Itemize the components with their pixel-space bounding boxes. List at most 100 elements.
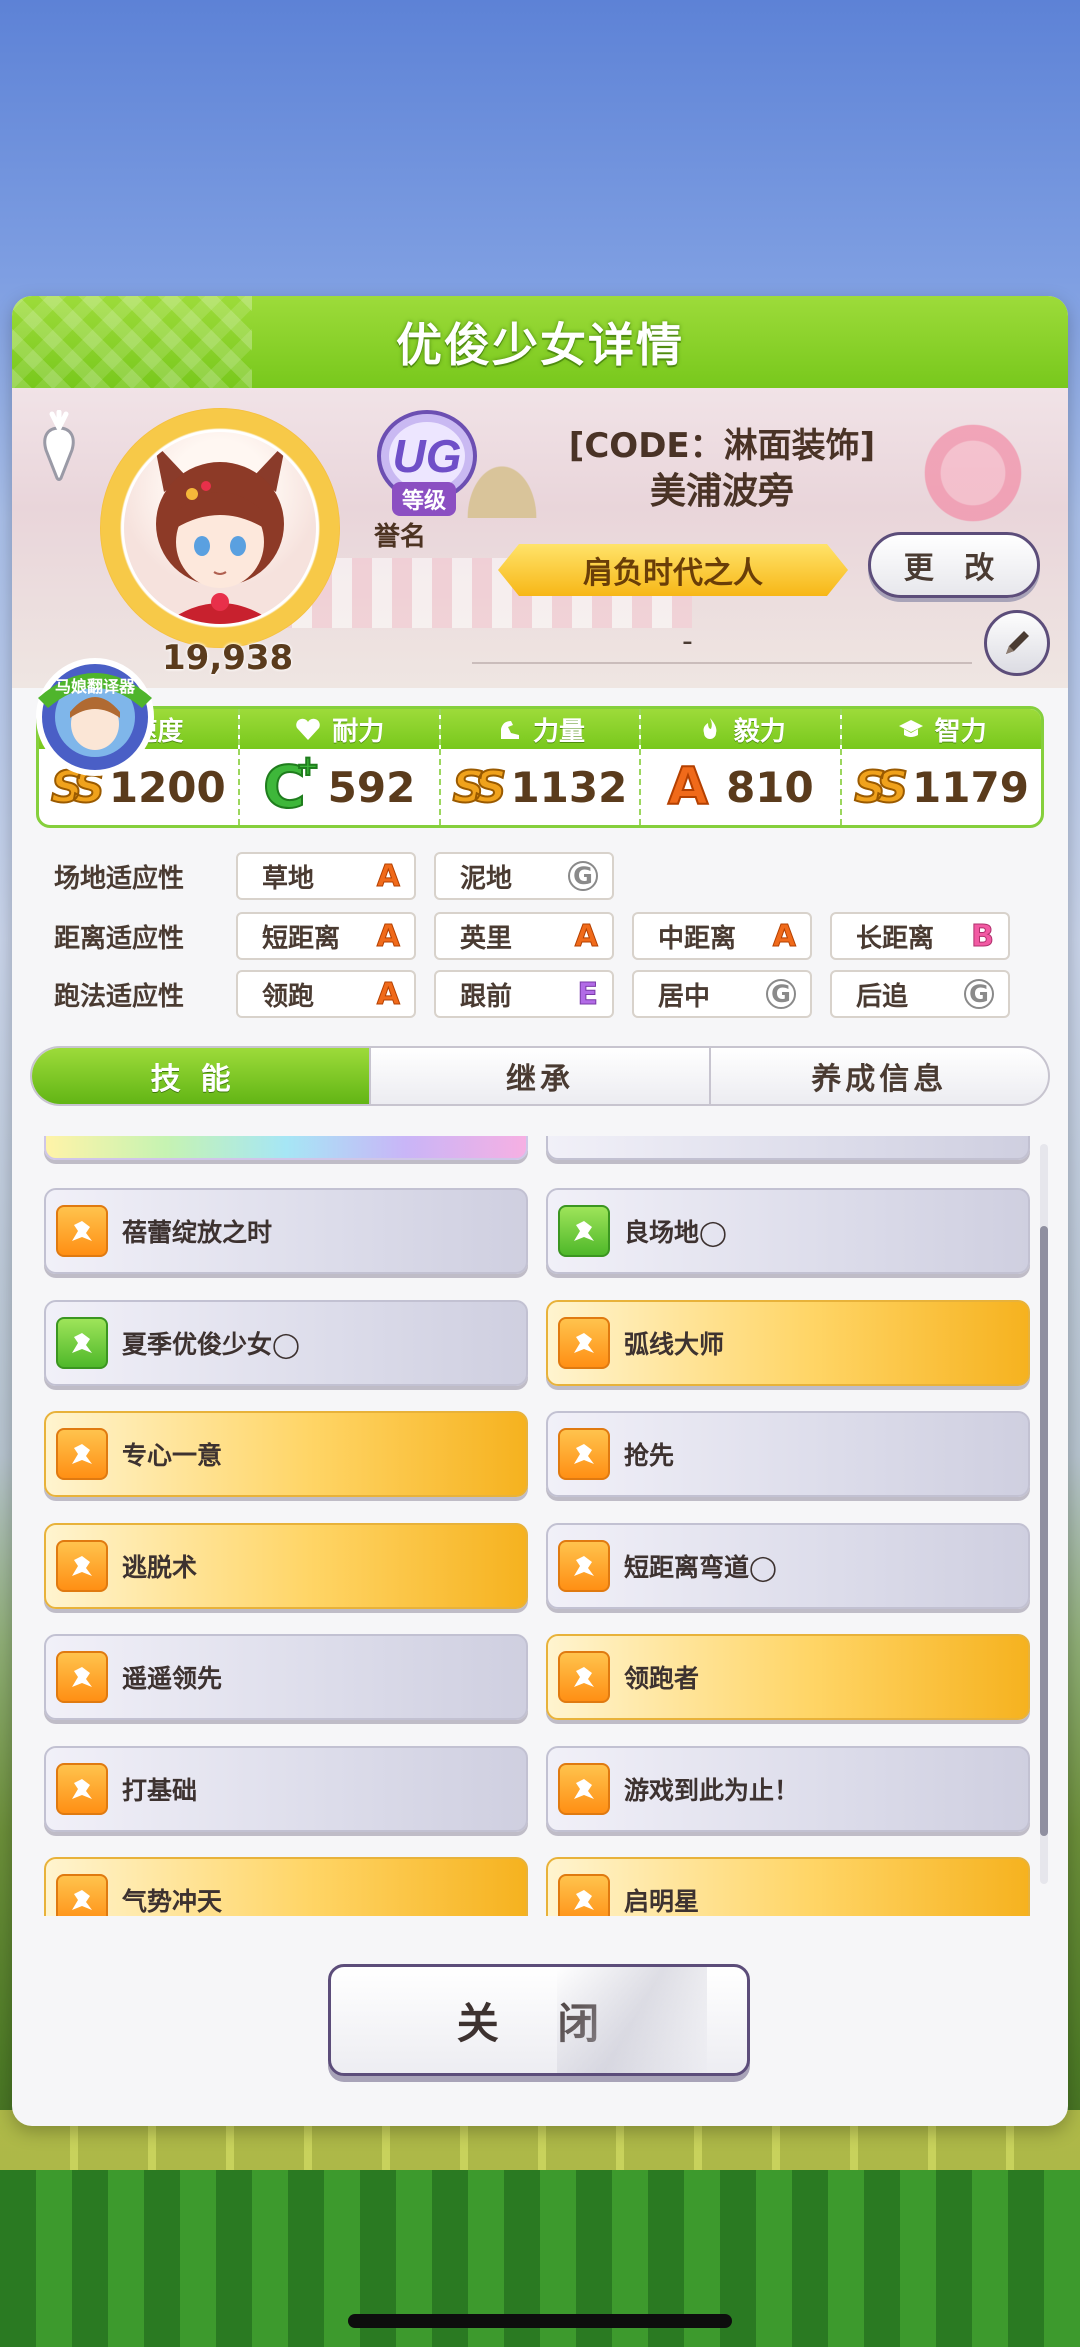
skill-name: 打基础: [122, 1775, 198, 1805]
stat-wisdom-body: SS 1179: [842, 749, 1041, 825]
skill-name: 游戏到此为止！: [624, 1775, 800, 1805]
detail-tabs: 技能 继承 养成信息: [30, 1046, 1050, 1106]
comment-field[interactable]: -: [472, 624, 972, 664]
aptitude-cell: 短距离 A: [236, 912, 416, 960]
aptitude-cell: 领跑 A: [236, 970, 416, 1018]
aptitude-cell: 中距离 A: [632, 912, 812, 960]
stat-power-header: 力量: [440, 709, 640, 749]
title-plate-text: 肩负时代之人: [583, 556, 763, 591]
aptitude-cell: 居中 G: [632, 970, 812, 1018]
heart-icon: [296, 718, 320, 740]
aptitude-cell: 草地 A: [236, 852, 416, 900]
aptitude-cell: 英里 A: [434, 912, 614, 960]
skill-card-partial[interactable]: [44, 1136, 528, 1160]
arm-icon: [500, 721, 519, 739]
skill-card[interactable]: 游戏到此为止！: [546, 1745, 1030, 1832]
stat-label: 耐力: [332, 716, 385, 747]
aptitude-row-distance: 距离适应性 短距离 A 英里 A 中距离 A 长距离 B: [54, 912, 1034, 960]
skill-orange-icon: [56, 1205, 108, 1257]
avatar[interactable]: [124, 432, 316, 624]
stat-value: 1179: [912, 762, 1029, 812]
dialog-title: 优俊少女详情: [396, 318, 684, 372]
skill-name: 夏季优俊少女◯: [122, 1329, 300, 1359]
skill-card[interactable]: 夏季优俊少女◯: [44, 1299, 528, 1386]
profile-banner: 19,938 UG 等级 誉名 [CODE：淋面装饰] 美浦波旁 肩负时代之人 …: [12, 388, 1068, 688]
edit-comment-button[interactable]: [984, 610, 1050, 676]
skill-orange-icon: [558, 1874, 610, 1916]
skill-card[interactable]: 良场地◯: [546, 1188, 1030, 1274]
skill-card[interactable]: 气势冲天: [44, 1857, 528, 1916]
skill-orange-icon: [56, 1539, 108, 1592]
aptitude-label: 距离适应性: [54, 923, 185, 954]
skill-green-icon: [56, 1316, 108, 1369]
aptitude-row-style: 跑法适应性 领跑 A 跟前 E 居中 G 后追 G: [54, 970, 1034, 1018]
skill-card[interactable]: 抢先: [546, 1411, 1030, 1497]
skill-card[interactable]: 专心一意: [44, 1411, 528, 1497]
aptitude-cell: 后追 G: [830, 970, 1010, 1018]
skill-name: 蓓蕾绽放之时: [122, 1218, 273, 1247]
character-portrait-icon: [154, 442, 286, 624]
stat-label: 智力: [934, 716, 987, 747]
change-title-button[interactable]: 更 改: [868, 532, 1040, 598]
skill-name: 抢先: [624, 1441, 675, 1470]
stat-grade: SS: [452, 761, 508, 814]
skill-name: 遥遥领先: [122, 1664, 223, 1693]
skill-name: 逃脱术: [122, 1552, 198, 1582]
badge-text: 马娘翻译器: [55, 677, 136, 696]
aptitude-cell: 长距离 B: [830, 912, 1010, 960]
close-button[interactable]: 关 闭: [328, 1964, 750, 2076]
stat-power-body: SS 1132: [441, 749, 640, 825]
skill-name: 良场地◯: [624, 1218, 727, 1247]
translator-badge-icon[interactable]: 马娘翻译器: [30, 652, 160, 782]
dialog-header: 优俊少女详情: [12, 296, 1068, 388]
skill-card[interactable]: 蓓蕾绽放之时: [44, 1188, 528, 1274]
character-name: 美浦波旁: [649, 471, 794, 512]
tab-skills[interactable]: 技能: [32, 1048, 372, 1104]
stat-value: 1132: [510, 762, 628, 812]
stat-power: 力量 SS 1132: [440, 709, 642, 825]
stat-stamina-header: 耐力: [239, 709, 439, 749]
aptitude-label: 场地适应性: [54, 863, 185, 894]
stat-label: 力量: [532, 716, 585, 747]
stat-value: 592: [327, 762, 416, 812]
skills-list[interactable]: 蓓蕾绽放之时 良场地◯ 夏季优俊少女◯ 弧线大师专心一意 抢先逃脱术 短距离弯道◯ 遥遥领先…: [40, 1136, 1040, 1916]
skill-orange-icon: [558, 1316, 610, 1369]
skill-name: 领跑者: [624, 1664, 700, 1693]
stat-stamina: 耐力 C + 592: [239, 709, 441, 825]
background-flower-decoration: [898, 398, 1048, 548]
skill-orange-icon: [558, 1651, 610, 1703]
skill-card[interactable]: 短距离弯道◯: [546, 1522, 1030, 1609]
skill-name: 弧线大师: [624, 1329, 725, 1359]
skill-card-partial[interactable]: [546, 1136, 1030, 1160]
skill-card[interactable]: 领跑者: [546, 1634, 1030, 1720]
carrot-icon: [43, 410, 75, 481]
stat-grade: SS: [853, 761, 909, 814]
stat-wisdom-header: 智力: [842, 709, 1041, 749]
skill-card[interactable]: 逃脱术: [44, 1522, 528, 1609]
header-pattern: [12, 296, 252, 388]
title-plate: 肩负时代之人: [498, 544, 848, 596]
stat-grade: C +: [262, 748, 321, 822]
aptitude-cell: 跟前 E: [434, 970, 614, 1018]
stat-stamina-body: C + 592: [240, 748, 439, 825]
stat-label: 毅力: [733, 716, 786, 747]
skill-card[interactable]: 遥遥领先: [44, 1634, 528, 1720]
aptitude-cell: 泥地 G: [434, 852, 614, 900]
costume-name: [CODE：淋面装饰]: [568, 426, 876, 466]
tab-training-info[interactable]: 养成信息: [711, 1048, 1048, 1104]
flame-icon: [703, 718, 717, 739]
stats-panel: 速度 SS 1200 耐力 C + 592 力量 SS 1132 毅力 A 81…: [36, 706, 1044, 828]
tab-inheritance[interactable]: 继承: [371, 1048, 711, 1104]
rank-label: 等级: [392, 482, 457, 516]
svg-text:UG: UG: [393, 430, 462, 482]
skill-name: 气势冲天: [122, 1887, 223, 1916]
skill-card[interactable]: 弧线大师: [546, 1299, 1030, 1386]
skill-name: 专心一意: [122, 1441, 223, 1470]
skill-card[interactable]: 打基础: [44, 1745, 528, 1832]
skills-scrollbar-thumb[interactable]: [1040, 1226, 1048, 1836]
skill-card[interactable]: 启明星: [546, 1857, 1030, 1916]
graduation-cap-icon: [898, 720, 923, 737]
stat-guts-header: 毅力: [641, 709, 841, 749]
skill-orange-icon: [558, 1428, 610, 1480]
pencil-icon: [1006, 631, 1029, 654]
